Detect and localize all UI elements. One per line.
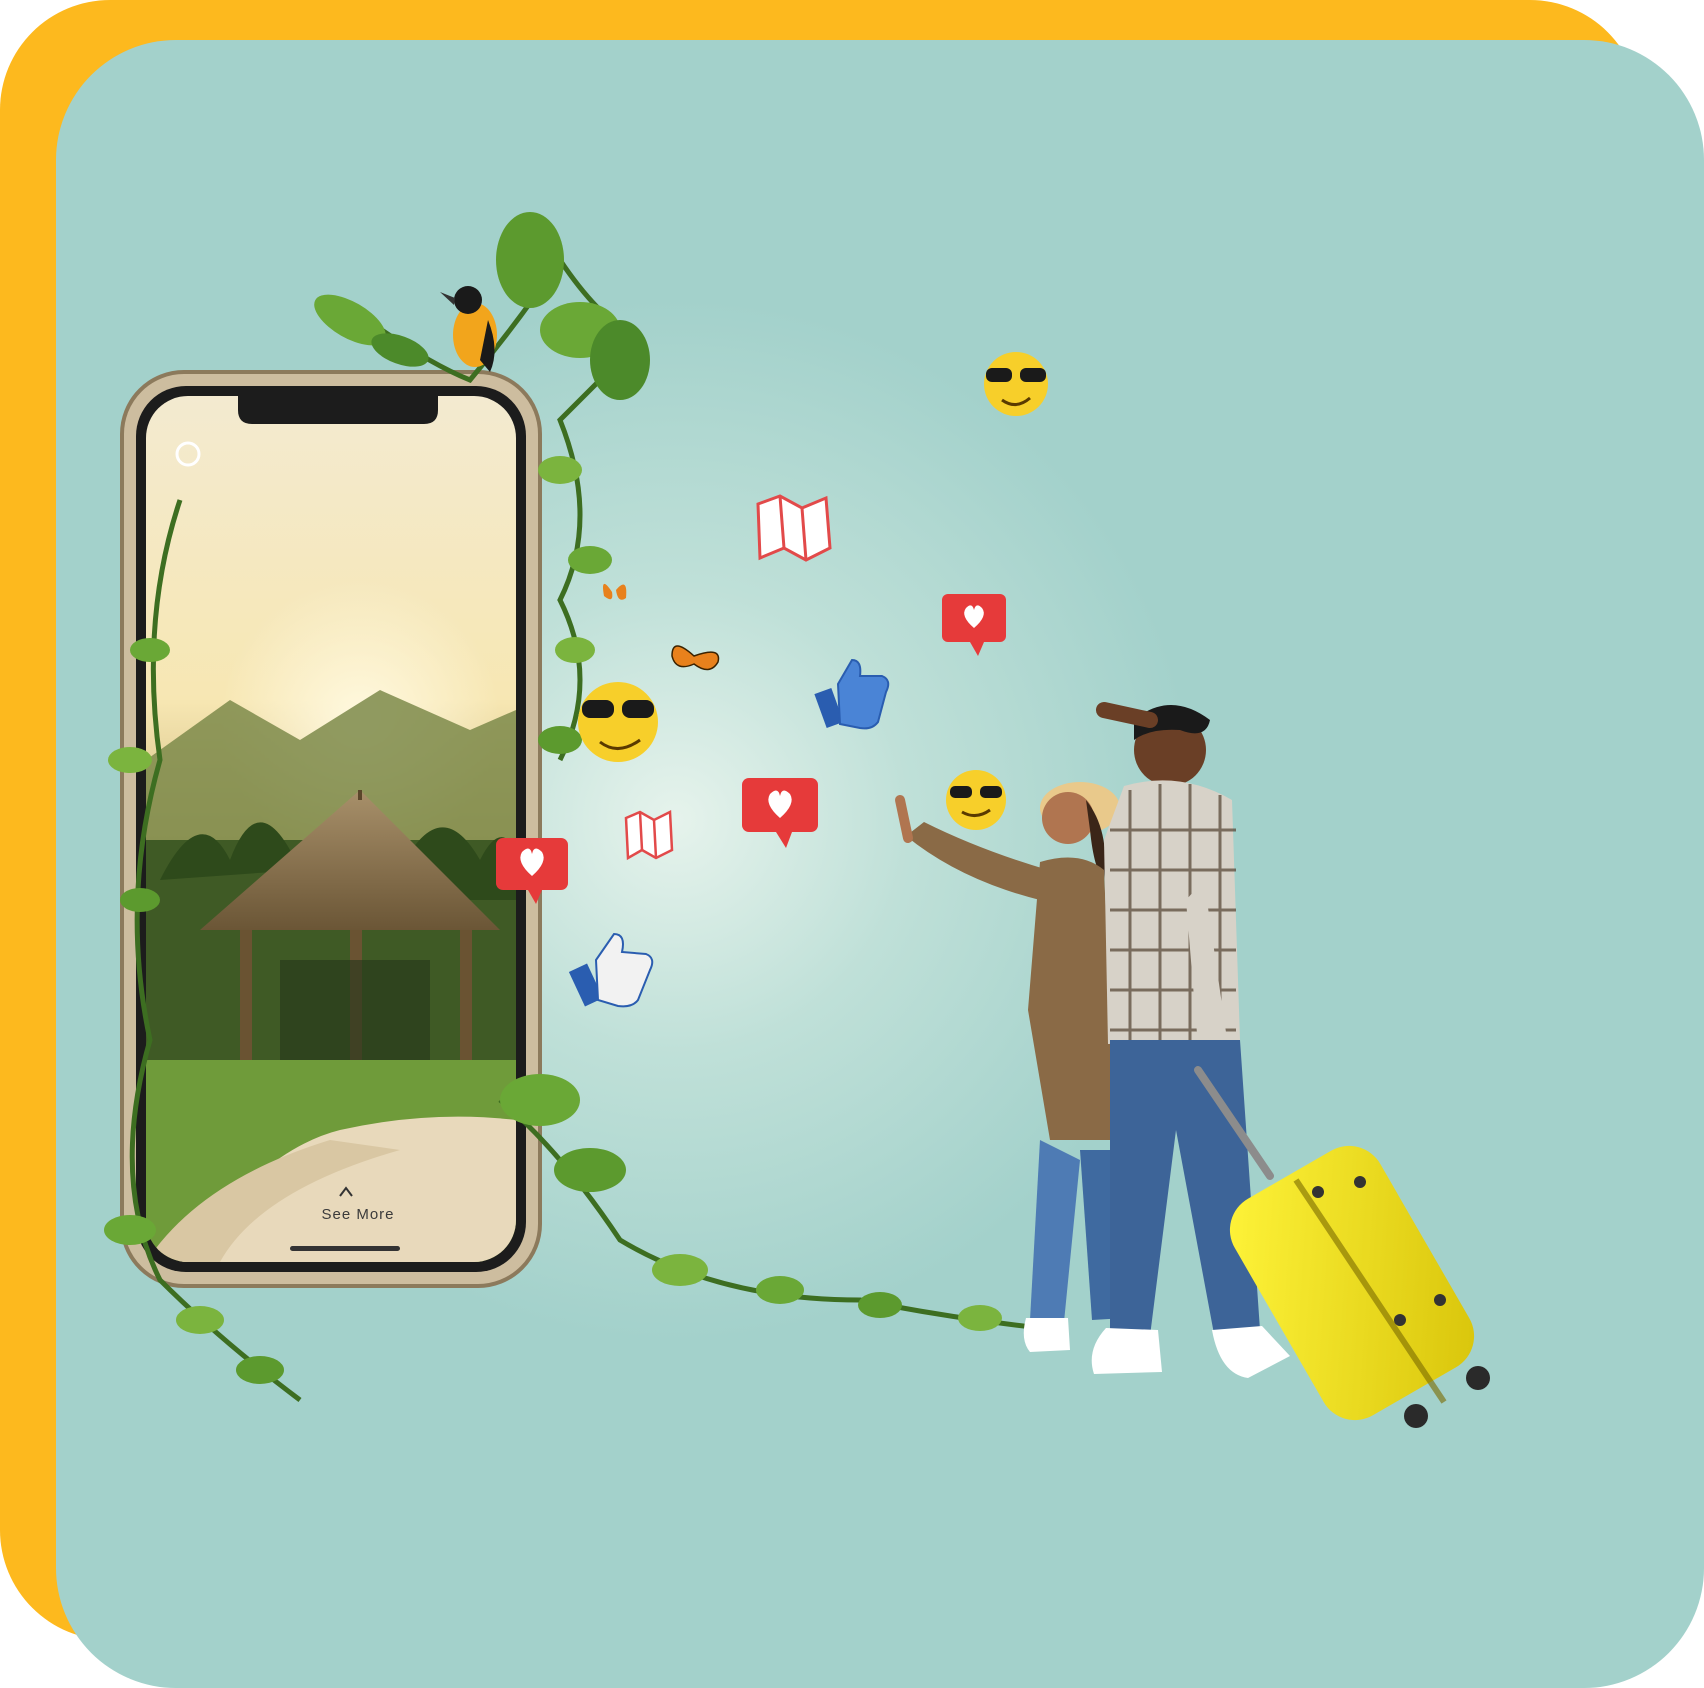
suitcase-wheel: [1466, 1366, 1490, 1390]
sunglasses-emoji-icon: [984, 352, 1048, 416]
smartphone: [120, 370, 542, 1288]
phone-notch: [238, 396, 438, 424]
sunglasses-emoji-icon: [578, 682, 658, 762]
map-icon: [624, 810, 674, 861]
map-icon: [756, 494, 832, 562]
home-indicator: [290, 1246, 400, 1251]
sunglasses-emoji-icon: [946, 770, 1006, 830]
see-more-label[interactable]: See More: [298, 1206, 418, 1223]
phone-screen: [146, 396, 516, 1262]
suitcase-wheel: [1404, 1404, 1428, 1428]
sneaker: [1091, 1328, 1162, 1374]
sneaker: [1023, 1318, 1070, 1352]
